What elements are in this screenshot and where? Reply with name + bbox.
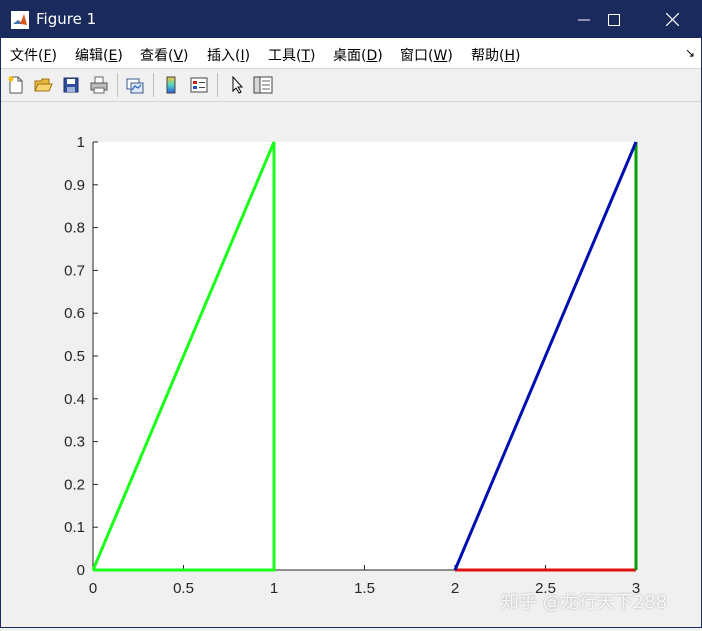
new-figure-button[interactable] — [4, 73, 28, 97]
y-tick-label: 0 — [77, 562, 85, 579]
menu-bar: 文件(F) 编辑(E) 查看(V) 插入(I) 工具(T) 桌面(D) 窗口(W… — [1, 38, 701, 69]
dock-arrow-icon[interactable]: ↘ — [685, 46, 695, 60]
edit-plot-button[interactable] — [225, 73, 249, 97]
toolbar-separator — [217, 73, 218, 97]
close-icon — [665, 13, 679, 26]
save-button[interactable] — [59, 73, 83, 97]
figure-toolbar — [1, 69, 701, 102]
menu-insert[interactable]: 插入(I) — [207, 45, 250, 65]
print-icon — [90, 76, 108, 94]
link-plot-icon — [126, 78, 144, 94]
toolbar-separator — [117, 73, 118, 97]
x-tick-label: 0.5 — [173, 580, 194, 597]
link-plot-button[interactable] — [123, 73, 147, 97]
y-tick-label: 0.2 — [64, 476, 85, 493]
menu-view[interactable]: 查看(V) — [140, 45, 189, 65]
menu-file[interactable]: 文件(F) — [10, 45, 57, 65]
figure-canvas: 0 0.5 1 1.5 2 2.5 3 0 0.1 0.2 0.3 0.4 0.5 0.6 0.7 0.8 0… — [1, 102, 701, 627]
colorbar-button[interactable] — [159, 73, 183, 97]
window-title: Figure 1 — [36, 10, 97, 28]
legend-button[interactable] — [187, 73, 211, 97]
y-tick-label: 1 — [77, 134, 85, 151]
y-tick-label: 0.5 — [64, 348, 85, 365]
y-tick-label: 0.6 — [64, 305, 85, 322]
y-tick-label: 0.1 — [64, 519, 85, 536]
menu-help[interactable]: 帮助(H) — [471, 45, 520, 65]
maximize-button[interactable] — [585, 1, 643, 38]
property-editor-icon — [253, 76, 273, 94]
x-tick-label: 0 — [89, 580, 97, 597]
matlab-logo-icon — [11, 11, 29, 29]
axes-background — [93, 142, 636, 570]
menu-tools[interactable]: 工具(T) — [268, 45, 316, 65]
menu-edit[interactable]: 编辑(E) — [75, 45, 123, 65]
open-button[interactable] — [31, 73, 55, 97]
close-button[interactable] — [643, 1, 701, 38]
legend-icon — [190, 77, 208, 93]
menu-window[interactable]: 窗口(W) — [400, 45, 453, 65]
y-tick-label: 0.4 — [64, 391, 85, 408]
open-folder-icon — [34, 78, 53, 92]
watermark-text: 知乎 @龙行天下288 — [501, 592, 668, 613]
new-figure-icon — [8, 76, 23, 94]
y-tick-label: 0.8 — [64, 220, 85, 237]
maximize-icon — [608, 13, 620, 26]
line-chart[interactable]: 0 0.5 1 1.5 2 2.5 3 00.10.20.30.40.50.60.70.80… — [1, 102, 701, 627]
property-editor-button[interactable] — [251, 73, 275, 97]
save-icon — [63, 77, 79, 93]
x-tick-label: 1 — [270, 580, 278, 597]
x-tick-label: 2 — [451, 580, 459, 597]
y-tick-label: 0.3 — [64, 434, 85, 451]
colorbar-icon — [166, 76, 176, 94]
y-tick-label: 0.7 — [64, 262, 85, 279]
title-bar[interactable]: Figure 1 — [1, 1, 701, 38]
pointer-icon — [232, 75, 244, 94]
x-tick-label: 1.5 — [354, 580, 375, 597]
print-button[interactable] — [87, 73, 111, 97]
toolbar-separator — [153, 73, 154, 97]
figure-window: Figure 1 文件(F) 编辑(E) 查看(V) 插入(I) 工具(T) 桌… — [0, 0, 702, 628]
menu-desktop[interactable]: 桌面(D) — [333, 45, 383, 65]
y-tick-label: 0.9 — [64, 177, 85, 194]
